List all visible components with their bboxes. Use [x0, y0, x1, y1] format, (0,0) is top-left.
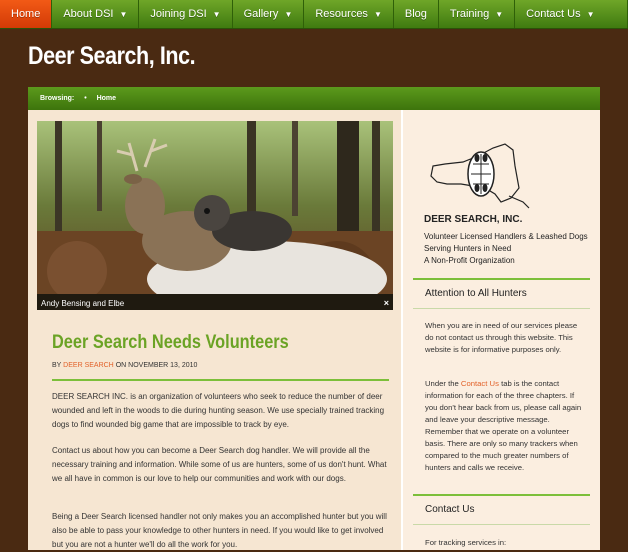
- main-column: Andy Bensing and Elbe × Deer Search Need…: [28, 110, 401, 550]
- logo-tagline-text: Volunteer Licensed Handlers & Leashed Do…: [424, 232, 588, 253]
- divider: [413, 524, 590, 525]
- chevron-down-icon: ▼: [284, 10, 293, 19]
- byline-by: BY: [52, 362, 62, 369]
- close-icon[interactable]: ×: [384, 298, 389, 308]
- post-date: ON NOVEMBER 13, 2010: [115, 362, 198, 369]
- post-title[interactable]: Deer Search Needs Volunteers: [52, 332, 289, 354]
- chevron-down-icon: ▼: [586, 10, 595, 19]
- nav-label: Contact Us: [526, 8, 581, 20]
- post-paragraph: Being a Deer Search licensed handler not…: [52, 512, 387, 549]
- contact-text: For tracking services in:: [425, 538, 507, 547]
- chevron-down-icon: ▼: [373, 10, 382, 19]
- attention-heading: Attention to All Hunters: [425, 288, 527, 299]
- nav-label: Training: [449, 8, 490, 20]
- nav-item-blog[interactable]: Blog: [394, 0, 439, 28]
- divider: [52, 379, 389, 381]
- photo-caption: Andy Bensing and Elbe: [41, 299, 125, 308]
- breadcrumb-separator: •: [84, 95, 87, 102]
- logo-name: DEER SEARCH, INC.: [424, 214, 523, 225]
- breadcrumb-home-link[interactable]: Home: [97, 95, 116, 102]
- deer-search-logo: [430, 143, 530, 209]
- nav-item-training[interactable]: Training ▼: [439, 0, 516, 28]
- chevron-down-icon: ▼: [119, 10, 128, 19]
- deer-and-dog-photo: [37, 121, 393, 310]
- divider: [413, 278, 590, 280]
- nav-label: About DSI: [63, 8, 114, 20]
- site-title[interactable]: Deer Search, Inc.: [28, 42, 196, 71]
- nav-item-gallery[interactable]: Gallery ▼: [233, 0, 305, 28]
- nav-label: Blog: [404, 8, 427, 20]
- chevron-down-icon: ▼: [495, 10, 504, 19]
- breadcrumb: Browsing: • Home: [28, 87, 600, 110]
- nav-item-joining-dsi[interactable]: Joining DSI ▼: [139, 0, 233, 28]
- feature-slideshow[interactable]: Andy Bensing and Elbe ×: [37, 121, 393, 310]
- attention-text-before: Under the: [425, 379, 461, 388]
- nav-label: Home: [11, 8, 41, 20]
- contact-heading: Contact Us: [425, 504, 475, 515]
- nav-label: Resources: [315, 8, 368, 20]
- post-paragraph: DEER SEARCH INC. is an organization of v…: [52, 392, 385, 429]
- logo-subtag: A Non-Profit Organization: [424, 256, 515, 265]
- attention-text-after: tab is the contact information for each …: [425, 379, 582, 472]
- nav-label: Gallery: [243, 8, 279, 20]
- content-area: Andy Bensing and Elbe × Deer Search Need…: [28, 110, 600, 550]
- nav-item-home[interactable]: Home: [0, 0, 53, 28]
- nav-label: Joining DSI: [150, 8, 207, 20]
- contact-us-link[interactable]: Contact Us: [461, 379, 499, 388]
- logo-tagline: Volunteer Licensed Handlers & Leashed Do…: [424, 231, 594, 267]
- main-nav: Home About DSI ▼ Joining DSI ▼ Gallery ▼ Re…: [0, 0, 628, 29]
- post-paragraph: Contact us about how you can become a De…: [52, 446, 387, 483]
- nav-item-about-dsi[interactable]: About DSI ▼: [52, 0, 140, 28]
- chevron-down-icon: ▼: [212, 10, 221, 19]
- nav-item-contact-us[interactable]: Contact Us ▼: [515, 0, 628, 28]
- author-link[interactable]: DEER SEARCH: [63, 362, 114, 369]
- breadcrumb-prefix: Browsing:: [40, 95, 75, 102]
- divider: [413, 494, 590, 496]
- nav-item-resources[interactable]: Resources ▼: [304, 0, 394, 28]
- post-byline: BY DEER SEARCH ON NOVEMBER 13, 2010: [52, 362, 197, 369]
- attention-text: When you are in need of our services ple…: [425, 321, 578, 354]
- divider: [413, 308, 590, 309]
- sidebar: DEER SEARCH, INC. Volunteer Licensed Han…: [403, 110, 600, 550]
- attention-contact-text: Under the Contact Us tab is the contact …: [425, 378, 585, 474]
